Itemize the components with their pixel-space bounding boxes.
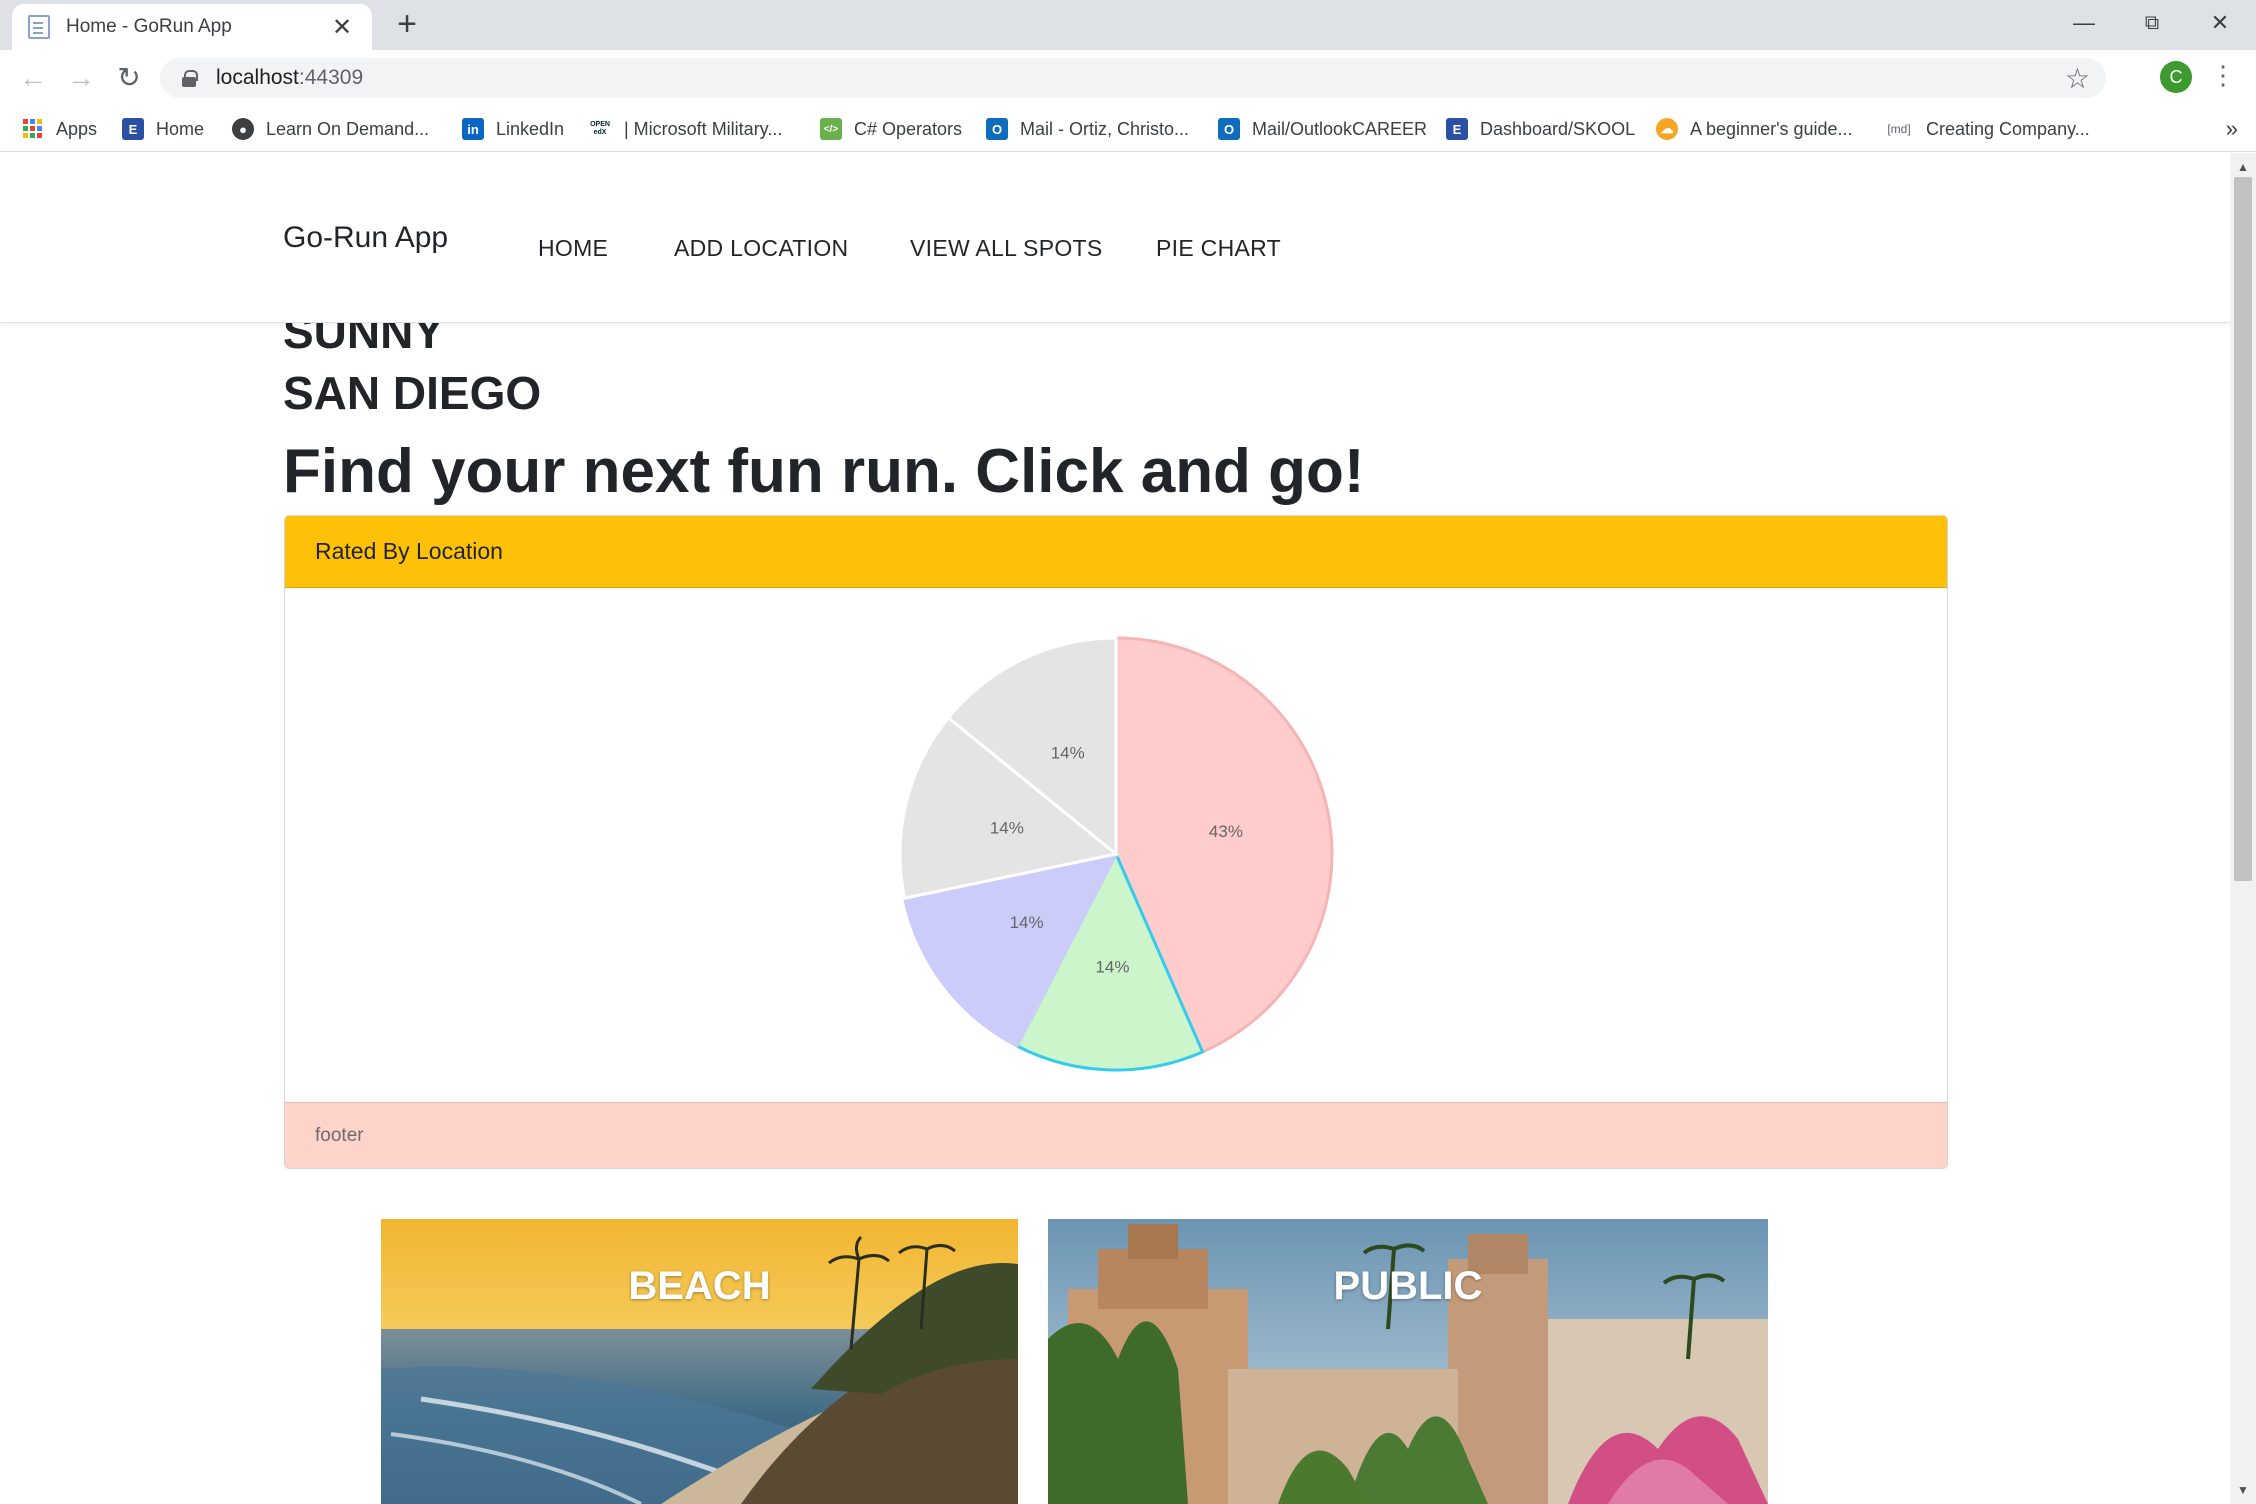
bookmark-apps[interactable]: Apps bbox=[22, 114, 97, 144]
page-favicon-icon bbox=[28, 15, 50, 39]
globe-icon: ● bbox=[232, 118, 254, 140]
bookmark-label: Dashboard/SKOOL bbox=[1480, 118, 1636, 139]
nav-pie-chart[interactable]: PIE CHART bbox=[1156, 235, 1281, 262]
close-tab-icon[interactable]: ✕ bbox=[328, 13, 356, 42]
pie-slice-label: 14% bbox=[1010, 913, 1044, 932]
nav-add-location[interactable]: ADD LOCATION bbox=[674, 235, 848, 262]
bookmark-creating-company[interactable]: [md] Creating Company... bbox=[1884, 114, 2090, 144]
e-letter-icon: E bbox=[122, 118, 144, 140]
markdown-icon: [md] bbox=[1887, 122, 1911, 136]
restore-window-button[interactable]: ⧉ bbox=[2124, 6, 2180, 40]
beach-tile[interactable]: BEACH bbox=[381, 1219, 1018, 1504]
bookmark-linkedin[interactable]: in LinkedIn bbox=[462, 114, 564, 144]
close-window-button[interactable]: ✕ bbox=[2192, 6, 2248, 40]
bookmark-label: Apps bbox=[56, 118, 98, 139]
bookmark-star-icon[interactable]: ☆ bbox=[2065, 62, 2090, 95]
pie-slice-label: 43% bbox=[1209, 822, 1243, 841]
bookmark-label: Mail - Ortiz, Christo... bbox=[1020, 118, 1190, 139]
tile-title: PUBLIC bbox=[1333, 1264, 1483, 1308]
bookmark-learn-on-demand[interactable]: ● Learn On Demand... bbox=[232, 114, 429, 144]
nav-home[interactable]: HOME bbox=[538, 235, 608, 262]
bookmark-home[interactable]: E Home bbox=[122, 114, 204, 144]
browser-tab-strip: Home - GoRun App ✕ + — ⧉ ✕ bbox=[0, 0, 2256, 50]
public-photo bbox=[1048, 1219, 1768, 1504]
beach-photo bbox=[381, 1219, 1018, 1504]
bookmarks-bar: Apps E Home ● Learn On Demand... in Link… bbox=[0, 106, 2256, 152]
site-navbar: Go-Run App HOME ADD LOCATION VIEW ALL SP… bbox=[0, 153, 2230, 323]
tab-title: Home - GoRun App bbox=[66, 16, 232, 37]
page-tagline: Find your next fun run. Click and go! bbox=[283, 437, 1365, 506]
browser-tab-active[interactable]: Home - GoRun App ✕ bbox=[12, 4, 372, 50]
bookmark-label: Learn On Demand... bbox=[266, 118, 430, 139]
page-viewport: Go-Run App HOME ADD LOCATION VIEW ALL SP… bbox=[0, 153, 2230, 1504]
url-host: localhost bbox=[216, 66, 299, 89]
profile-avatar[interactable]: C bbox=[2160, 61, 2192, 93]
cloud-icon: ☁ bbox=[1656, 118, 1678, 140]
page-scrollbar[interactable]: ▲ ▼ bbox=[2230, 153, 2256, 1504]
linkedin-icon: in bbox=[462, 118, 484, 140]
card-body: 43% 14% 14% 14% 14% bbox=[285, 588, 1947, 1102]
url-port: :44309 bbox=[298, 66, 364, 89]
bookmark-label: C# Operators bbox=[854, 118, 963, 139]
bookmark-label: Creating Company... bbox=[1926, 118, 2090, 139]
tile-title: BEACH bbox=[628, 1264, 771, 1308]
bookmark-mail-ortiz[interactable]: O Mail - Ortiz, Christo... bbox=[986, 114, 1189, 144]
hero-line-2: SAN DIEGO bbox=[283, 367, 542, 419]
browser-menu-icon[interactable]: ⋮ bbox=[2210, 60, 2236, 91]
bookmark-label: A beginner's guide... bbox=[1690, 118, 1853, 139]
back-button[interactable]: ← bbox=[16, 62, 50, 96]
scroll-up-arrow-icon[interactable]: ▲ bbox=[2230, 157, 2256, 177]
address-bar[interactable]: localhost:44309 ☆ bbox=[160, 58, 2106, 98]
bookmark-microsoft-military[interactable]: OPEN edX | Microsoft Military... bbox=[588, 114, 782, 144]
e-letter-icon: E bbox=[1446, 118, 1468, 140]
pie-slice-label: 14% bbox=[990, 819, 1024, 838]
bookmark-label: LinkedIn bbox=[496, 118, 565, 139]
forward-button[interactable]: → bbox=[64, 62, 98, 96]
pie-slice-label: 14% bbox=[1095, 957, 1129, 976]
new-tab-button[interactable]: + bbox=[390, 7, 424, 42]
apps-grid-icon bbox=[22, 118, 44, 140]
scrollbar-thumb[interactable] bbox=[2234, 177, 2252, 881]
browser-toolbar: ← → ↻ localhost:44309 ☆ C ⋮ bbox=[0, 50, 2256, 106]
card-header: Rated By Location bbox=[285, 516, 1947, 588]
bookmark-label: | Microsoft Military... bbox=[624, 118, 783, 139]
pie-chart: 43% 14% 14% 14% 14% bbox=[898, 636, 1334, 1072]
bookmark-csharp-operators[interactable]: </> C# Operators bbox=[820, 114, 962, 144]
bookmark-label: Mail/OutlookCAREER bbox=[1252, 118, 1428, 139]
reload-button[interactable]: ↻ bbox=[112, 62, 146, 96]
bookmark-label: Home bbox=[156, 118, 205, 139]
bookmark-beginners-guide[interactable]: ☁ A beginner's guide... bbox=[1656, 114, 1853, 144]
outlook-icon: O bbox=[986, 118, 1008, 140]
nav-view-all-spots[interactable]: VIEW ALL SPOTS bbox=[910, 235, 1103, 262]
outlook-icon: O bbox=[1218, 118, 1240, 140]
public-tile[interactable]: PUBLIC bbox=[1048, 1219, 1768, 1504]
site-brand[interactable]: Go-Run App bbox=[283, 221, 448, 255]
rating-card: Rated By Location 43% 14% 14% 14% 14% footer bbox=[284, 515, 1948, 1169]
minimize-window-button[interactable]: — bbox=[2056, 6, 2112, 40]
lock-icon bbox=[182, 70, 198, 87]
bookmark-dashboard-skool[interactable]: E Dashboard/SKOOL bbox=[1446, 114, 1635, 144]
more-bookmarks-icon[interactable]: » bbox=[2226, 116, 2238, 142]
pie-slice-label: 14% bbox=[1051, 744, 1085, 763]
scroll-down-arrow-icon[interactable]: ▼ bbox=[2230, 1480, 2256, 1500]
bookmark-mail-outlook-career[interactable]: O Mail/OutlookCAREER bbox=[1218, 114, 1427, 144]
edx-icon: OPEN edX bbox=[588, 118, 612, 140]
card-footer: footer bbox=[285, 1102, 1947, 1168]
code-icon: </> bbox=[820, 118, 842, 140]
